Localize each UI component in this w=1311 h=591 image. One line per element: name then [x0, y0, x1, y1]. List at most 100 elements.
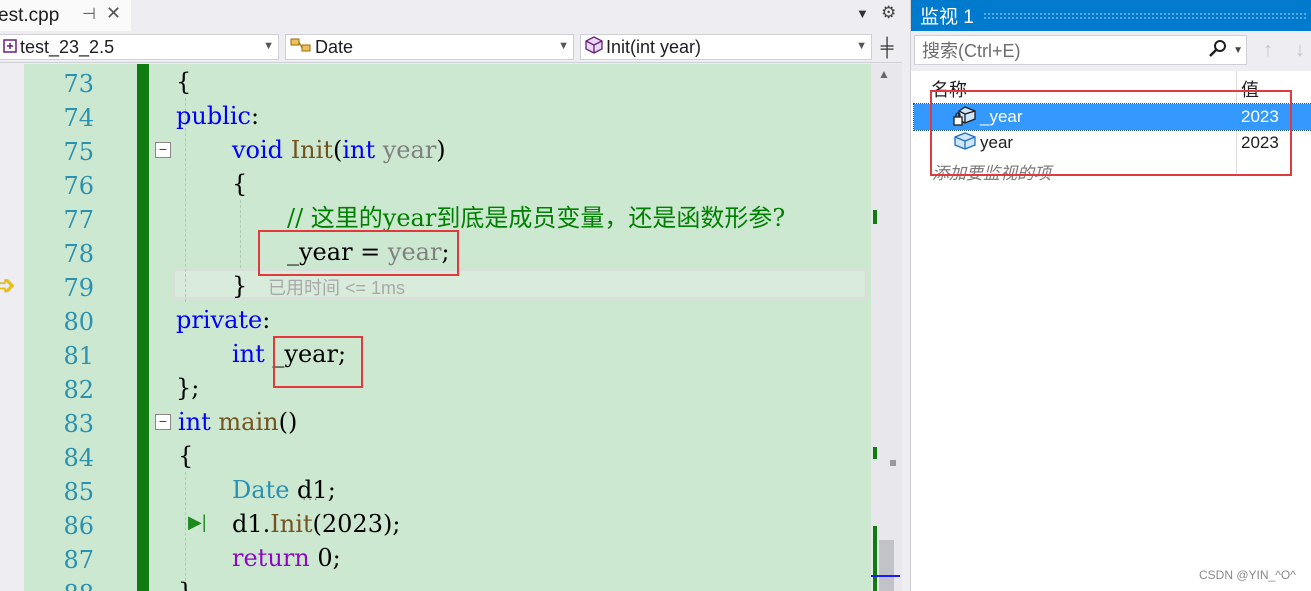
keyword: return	[232, 544, 310, 572]
chevron-down-icon: ▼	[558, 40, 569, 52]
chevron-down-icon: ▼	[263, 40, 274, 52]
watch-search-input[interactable]: 搜索(Ctrl+E) ▼	[914, 35, 1247, 65]
line-number: 83	[63, 410, 94, 438]
code-line: {	[232, 167, 247, 201]
vertical-scrollbar[interactable]	[871, 64, 902, 591]
private-field-icon	[953, 105, 979, 133]
code-line: d1.Init(2023);	[232, 507, 400, 541]
chevron-down-icon[interactable]: ▼	[1233, 45, 1243, 56]
change-marker	[873, 210, 877, 224]
collapse-toggle[interactable]: −	[155, 414, 171, 430]
member-dropdown[interactable]: Init(int year) ▼	[580, 34, 872, 60]
file-tab[interactable]: est.cpp ⊣ ✕	[0, 0, 131, 31]
keyword: void	[232, 136, 284, 164]
watch-row-value[interactable]: 2023	[1241, 107, 1279, 127]
line-number: 79	[63, 274, 94, 302]
return-value: 0;	[309, 544, 341, 572]
brace: {	[232, 170, 248, 198]
line-number: 80	[63, 308, 94, 336]
line-number: 88	[24, 577, 94, 591]
pin-icon[interactable]: ⊣	[82, 4, 96, 24]
split-window-icon[interactable]: ╪	[876, 35, 898, 59]
scrollbar-thumb[interactable]	[879, 540, 894, 591]
add-watch-placeholder: 添加要监视的项	[932, 164, 1051, 183]
add-watch-row[interactable]: 添加要监视的项	[914, 156, 1311, 183]
brace: }	[178, 578, 193, 591]
member-variable: _year	[287, 238, 353, 266]
keyword: public	[176, 102, 251, 130]
member-variable: _year	[264, 340, 338, 368]
code-line: Date d1;	[232, 473, 336, 507]
change-marker	[873, 447, 877, 459]
column-header-name[interactable]: 名称	[931, 76, 967, 102]
indent-guide	[185, 472, 186, 591]
method-icon	[585, 35, 603, 59]
function-name: Init	[290, 136, 333, 164]
code-line: {	[178, 439, 193, 473]
file-tab-title: est.cpp	[0, 4, 60, 26]
close-icon[interactable]: ✕	[106, 3, 121, 24]
code-line: int _year;	[232, 337, 346, 371]
tab-list-dropdown-icon[interactable]: ▼	[856, 6, 869, 21]
scroll-position-marker	[871, 575, 900, 577]
code-line: {	[176, 65, 191, 99]
keyword: int	[178, 408, 211, 436]
project-icon	[3, 37, 17, 58]
operator: =	[352, 238, 388, 266]
class-icon	[290, 37, 312, 58]
type-name: Date	[232, 476, 290, 504]
line-number: 77	[63, 206, 94, 234]
scroll-marker	[890, 460, 896, 466]
column-header-value[interactable]: 值	[1241, 76, 1259, 102]
watch-row-value[interactable]: 2023	[1241, 133, 1279, 153]
search-icon[interactable]	[1208, 39, 1228, 64]
indent-guide	[240, 200, 241, 268]
class-dropdown[interactable]: Date ▼	[285, 34, 574, 60]
title-grip	[983, 12, 1308, 19]
punct: ;	[337, 340, 347, 368]
punct: (	[332, 136, 343, 164]
line-number: 81	[63, 342, 94, 370]
punct: };	[176, 374, 200, 402]
line-number: 76	[63, 172, 94, 200]
keyword: int	[232, 340, 265, 368]
variable: d1.	[232, 510, 271, 538]
project-dropdown[interactable]: test_23_2.5 ▼	[0, 34, 279, 60]
arguments: (2023);	[312, 510, 401, 538]
keyword: private	[176, 306, 263, 334]
editor-tab-bar: est.cpp ⊣ ✕ ▼ ⚙	[0, 0, 910, 31]
suggestion-dots[interactable]: ···	[302, 490, 319, 506]
collapse-toggle[interactable]: −	[155, 142, 171, 158]
line-number: 82	[63, 376, 94, 404]
brace: {	[178, 442, 194, 470]
punct: ()	[278, 408, 298, 436]
watch-row[interactable]: year 2023	[914, 130, 1311, 156]
line-number: 84	[63, 444, 94, 472]
indicator-margin[interactable]	[0, 64, 24, 591]
search-next-icon[interactable]: ↓	[1295, 39, 1305, 62]
line-number: 75	[63, 138, 94, 166]
run-to-here-icon[interactable]: ▶|	[188, 512, 207, 533]
search-previous-icon[interactable]: ↑	[1263, 39, 1273, 62]
scroll-up-icon[interactable]: ▲	[878, 67, 890, 81]
brace: {	[176, 68, 192, 96]
field-icon	[953, 131, 979, 159]
code-line: int main()	[178, 405, 297, 439]
member-name: Init(int year)	[606, 36, 702, 57]
gear-icon[interactable]: ⚙	[881, 3, 896, 23]
elapsed-time-hint: 已用时间 <= 1ms	[268, 278, 406, 298]
code-line: }	[178, 575, 193, 591]
code-line: private:	[176, 303, 270, 337]
line-number: 74	[63, 104, 94, 132]
watch-toolbar: 搜索(Ctrl+E) ▼ ↑ ↓	[911, 31, 1311, 71]
code-editor[interactable]: ➩ 已用时间 <= 1ms − − 73 74 75 76 77 78 79 8…	[0, 64, 902, 591]
navigation-bar: test_23_2.5 ▼ Date ▼ Init(int year) ▼ ╪	[0, 31, 902, 63]
line-number: 86	[63, 512, 94, 540]
function-name: main	[218, 408, 279, 436]
watch-panel-title-bar[interactable]: 监视 1	[911, 0, 1311, 31]
search-placeholder: 搜索(Ctrl+E)	[922, 41, 1021, 61]
watch-row[interactable]: _year 2023	[913, 103, 1311, 133]
current-statement-arrow-icon: ➩	[0, 270, 16, 300]
punct: :	[262, 306, 271, 334]
watch-grid[interactable]: 名称 值 _year 2023 year 2023 添加要监视的项	[913, 71, 1311, 591]
